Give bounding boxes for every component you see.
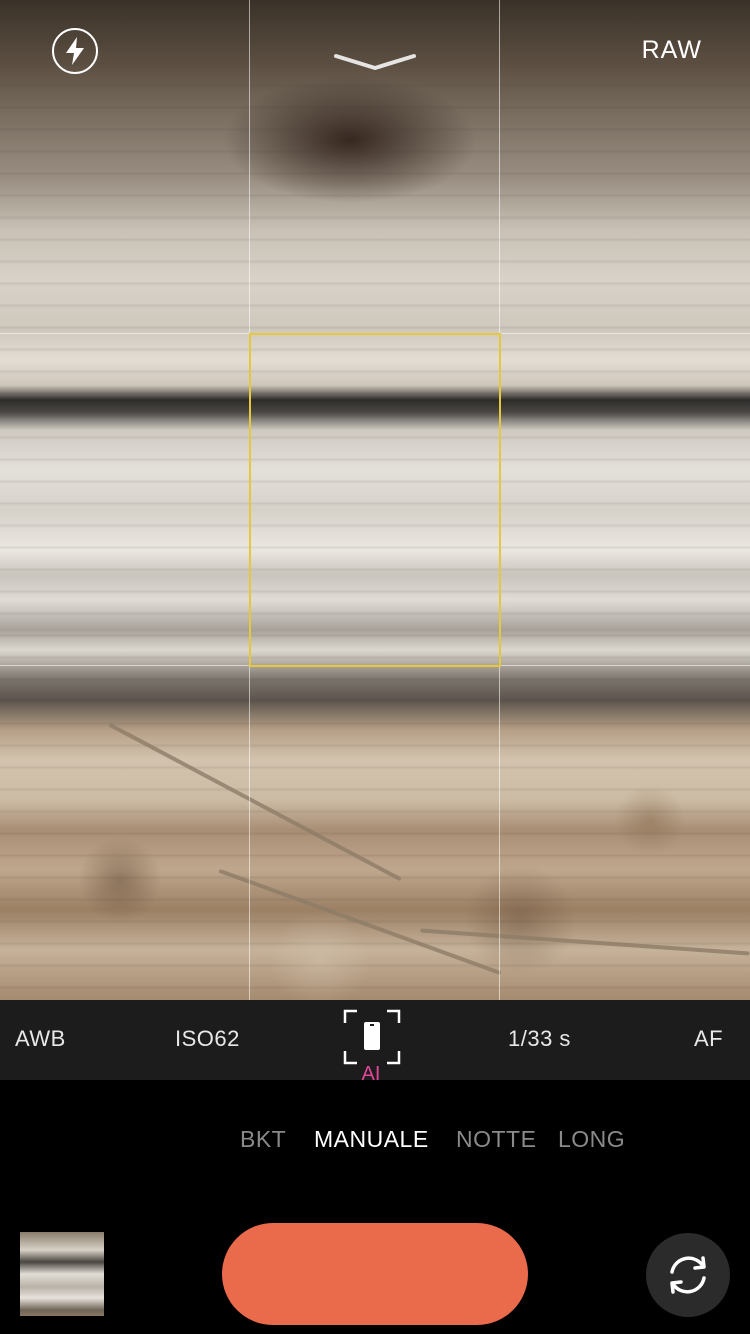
flash-button[interactable]	[52, 28, 98, 74]
ai-label: AI	[361, 1063, 381, 1085]
camera-switch-icon	[670, 1256, 706, 1294]
iso-button[interactable]: ISO62	[175, 1026, 240, 1052]
camera-switch-button[interactable]	[646, 1233, 730, 1317]
viewfinder-sand	[0, 700, 750, 1000]
mode-notte[interactable]: NOTTE	[456, 1126, 536, 1153]
white-balance-button[interactable]: AWB	[15, 1026, 66, 1052]
mode-bkt[interactable]: BKT	[240, 1126, 286, 1153]
focus-area-box[interactable]	[249, 333, 501, 667]
chevron-down-icon[interactable]	[333, 50, 417, 72]
raw-toggle[interactable]: RAW	[642, 36, 702, 65]
last-photo-thumbnail[interactable]	[20, 1232, 104, 1316]
camera-viewfinder[interactable]: RAW	[0, 0, 750, 1000]
shutter-button[interactable]	[222, 1223, 528, 1325]
mode-long[interactable]: LONG	[558, 1126, 625, 1153]
lightning-bolt-icon	[66, 37, 84, 65]
ai-scene-frame-icon[interactable]	[343, 1009, 401, 1065]
focus-mode-button[interactable]: AF	[694, 1026, 723, 1052]
shutter-speed-button[interactable]: 1/33 s	[508, 1026, 571, 1052]
mode-manuale[interactable]: MANUALE	[314, 1126, 429, 1153]
mode-selector: BKT MANUALE NOTTE LONG	[0, 1126, 750, 1156]
